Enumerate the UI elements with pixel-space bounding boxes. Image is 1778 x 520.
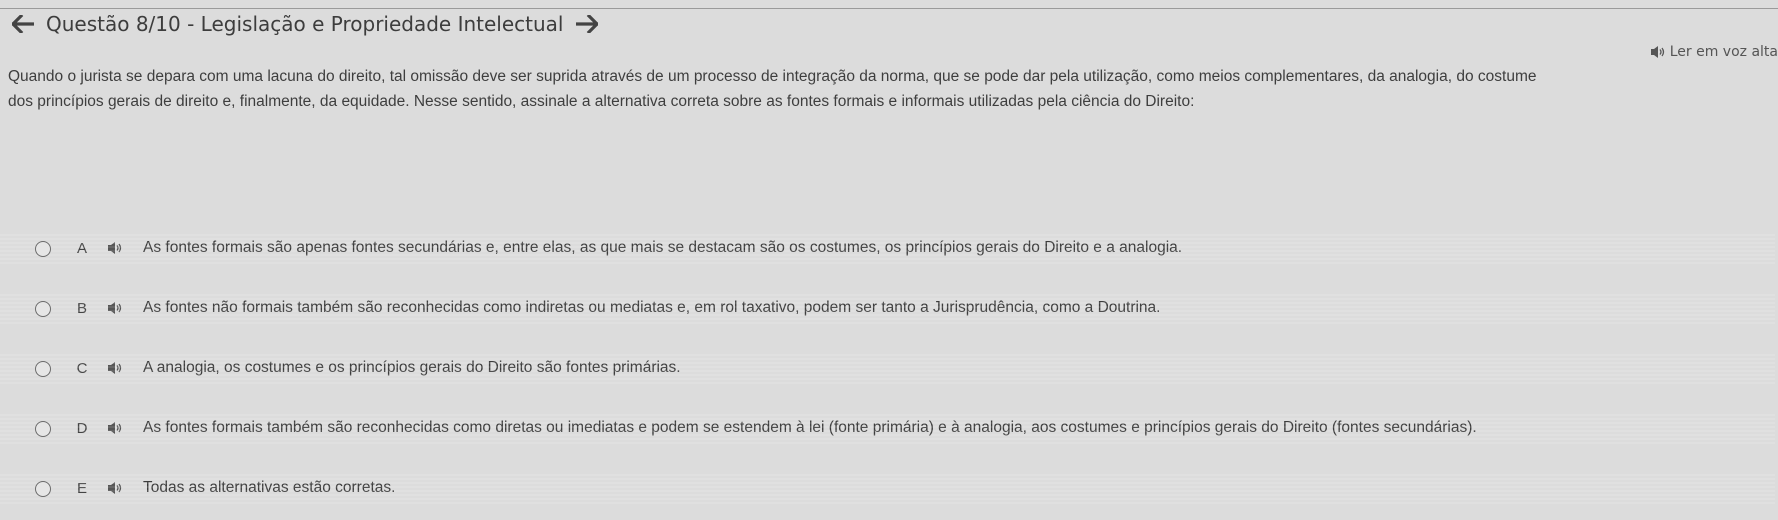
option-letter: E [76,479,87,497]
option-letter: C [76,359,88,377]
radio-button[interactable] [35,301,51,317]
option-e[interactable]: E Todas as alternativas estão corretas. [0,458,1775,518]
option-text: A analogia, os costumes e os princípios … [143,359,681,376]
speaker-icon[interactable] [107,361,125,375]
option-a[interactable]: A As fontes formais são apenas fontes se… [0,218,1775,278]
read-aloud-label: Ler em voz alta [1669,44,1778,60]
question-title: Questão 8/10 - Legislação e Propriedade … [46,12,564,36]
option-text: As fontes formais também são reconhecida… [143,419,1477,436]
option-text: As fontes não formais também são reconhe… [143,299,1161,316]
arrow-left-icon[interactable] [10,13,36,35]
radio-button[interactable] [35,241,51,257]
read-aloud-button[interactable]: Ler em voz alta [1650,44,1778,60]
answer-options: A As fontes formais são apenas fontes se… [0,218,1775,518]
speaker-icon [1650,45,1666,59]
question-header: Questão 8/10 - Legislação e Propriedade … [10,8,600,40]
option-b[interactable]: B As fontes não formais também são recon… [0,278,1775,338]
speaker-icon[interactable] [107,301,125,315]
speaker-icon[interactable] [107,241,125,255]
radio-button[interactable] [35,361,51,377]
option-letter: D [76,419,88,437]
option-letter: B [76,299,87,317]
speaker-icon[interactable] [107,481,125,495]
statement-line: dos princípios gerais de direito e, fina… [8,93,1195,110]
radio-button[interactable] [35,421,51,437]
question-statement: Quando o jurista se depara com uma lacun… [8,64,1778,114]
option-c[interactable]: C A analogia, os costumes e os princípio… [0,338,1775,398]
statement-line: Quando o jurista se depara com uma lacun… [8,68,1537,85]
option-letter: A [76,239,87,257]
radio-button[interactable] [35,481,51,497]
speaker-icon[interactable] [107,421,125,435]
option-text: As fontes formais são apenas fontes secu… [143,239,1183,256]
arrow-right-icon[interactable] [574,13,600,35]
option-text: Todas as alternativas estão corretas. [143,479,396,496]
option-d[interactable]: D As fontes formais também são reconheci… [0,398,1775,458]
